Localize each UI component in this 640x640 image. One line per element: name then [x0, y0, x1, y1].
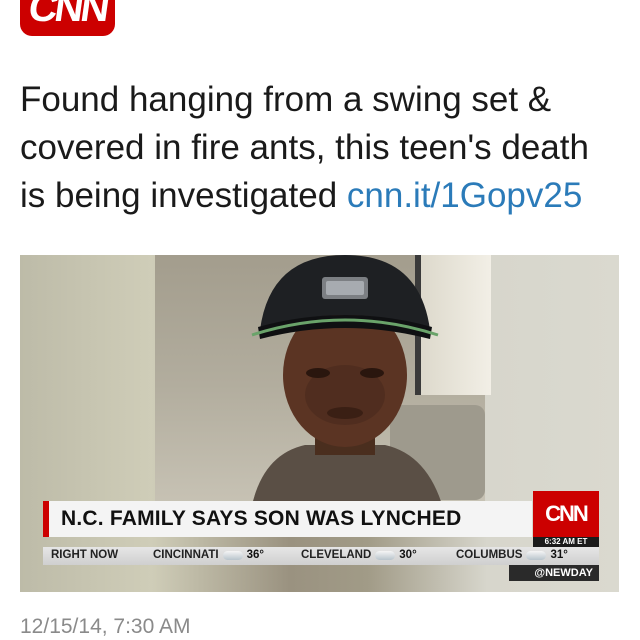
person-photo: [250, 255, 445, 515]
ticker-item-columbus: COLUMBUS 31°: [456, 549, 568, 561]
ticker-temp: 30°: [399, 549, 417, 561]
cloudy-weather-icon: [222, 550, 243, 560]
cnn-avatar[interactable]: CNN: [20, 0, 115, 36]
show-tag: @NEWDAY: [509, 565, 599, 581]
avatar-logo-text: CNN: [25, 0, 110, 30]
headline-text: N.C. FAMILY SAYS SON WAS LYNCHED: [61, 507, 462, 530]
ticker-city: CINCINNATI: [153, 549, 219, 561]
cnn-bug-text: CNN: [545, 501, 589, 526]
tweet-link[interactable]: cnn.it/1Gopv25: [347, 176, 582, 215]
broadcast-time: 6:32 AM ET: [533, 537, 599, 547]
headline-banner: N.C. FAMILY SAYS SON WAS LYNCHED: [43, 501, 532, 537]
ticker-label: RIGHT NOW: [51, 549, 119, 561]
news-lower-third: N.C. FAMILY SAYS SON WAS LYNCHED CNN 6:3…: [43, 491, 599, 591]
tweet-text: Found hanging from a swing set & covered…: [20, 76, 620, 220]
cnn-bug-logo: CNN: [533, 491, 599, 537]
tweet-media-image[interactable]: N.C. FAMILY SAYS SON WAS LYNCHED CNN 6:3…: [20, 255, 619, 592]
tweet-timestamp[interactable]: 12/15/14, 7:30 AM: [20, 614, 190, 640]
cloudy-weather-icon: [375, 550, 396, 560]
ticker-city: COLUMBUS: [456, 549, 523, 561]
ticker-temp: 31°: [550, 549, 568, 561]
ticker-city: CLEVELAND: [301, 549, 372, 561]
weather-ticker: RIGHT NOW CINCINNATI 36° CLEVELAND 30° C…: [43, 547, 599, 565]
ticker-item-cincinnati: CINCINNATI 36°: [153, 549, 264, 561]
ticker-temp: 36°: [246, 549, 264, 561]
ticker-item-cleveland: CLEVELAND 30°: [301, 549, 417, 561]
cloudy-weather-icon: [526, 550, 547, 560]
